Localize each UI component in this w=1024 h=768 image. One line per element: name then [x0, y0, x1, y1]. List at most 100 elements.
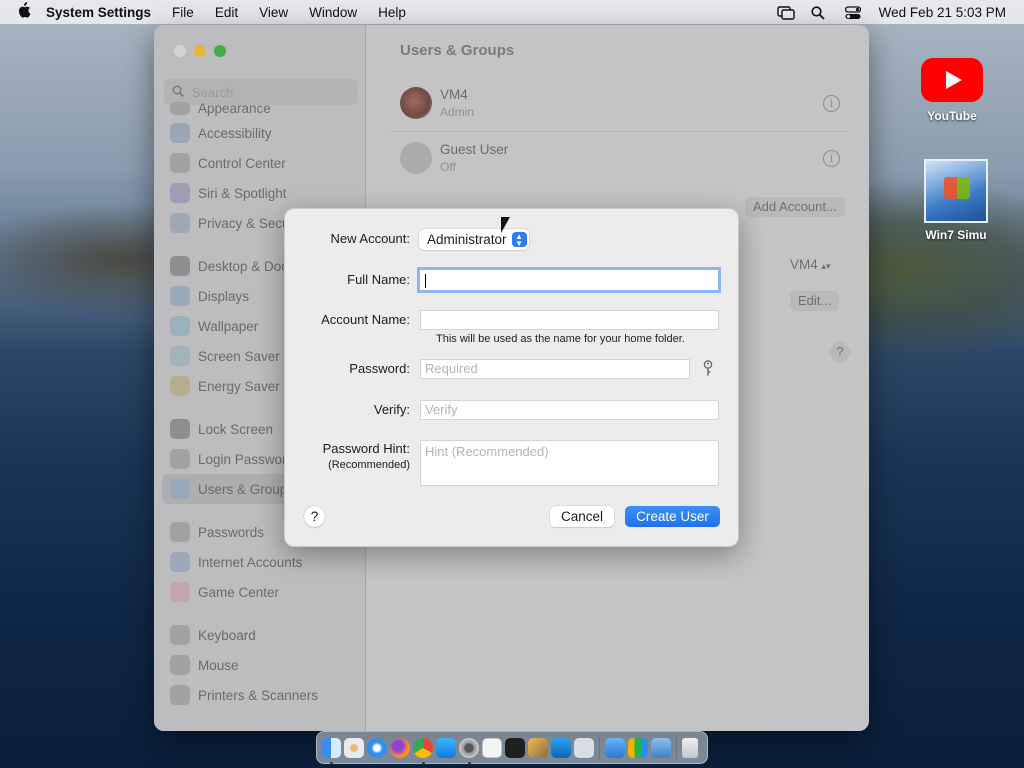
- spotlight-search-icon[interactable]: [811, 5, 827, 20]
- sidebar-item-keyboard[interactable]: Keyboard: [154, 620, 366, 650]
- control-center-icon[interactable]: [844, 5, 861, 19]
- hand-icon: [170, 213, 190, 233]
- firefox-icon[interactable]: [390, 737, 410, 758]
- sidebar-item-printers-scanners[interactable]: Printers & Scanners: [154, 680, 366, 710]
- printer-icon: [170, 685, 190, 705]
- minimize-button[interactable]: [194, 45, 206, 57]
- keyboard-icon: [170, 625, 190, 645]
- create-user-button[interactable]: Create User: [625, 506, 720, 527]
- appearance-icon: [170, 101, 190, 115]
- menu-edit[interactable]: Edit: [215, 5, 238, 20]
- cancel-button[interactable]: Cancel: [550, 506, 614, 527]
- finder-icon[interactable]: [321, 737, 341, 765]
- zoom-button[interactable]: [214, 45, 226, 57]
- chevron-up-down-icon: ▴▾: [821, 261, 831, 271]
- preview-icon[interactable]: [574, 737, 594, 758]
- login-password-icon: [170, 449, 190, 469]
- script-editor-icon[interactable]: [528, 737, 548, 758]
- mouse-icon: [170, 655, 190, 675]
- new-account-dialog: New Account: Administrator ▲ ▼ Full Name:…: [284, 208, 739, 547]
- game-center-icon: [170, 582, 190, 602]
- password-hint-field[interactable]: Hint (Recommended): [420, 440, 719, 486]
- avatar: [400, 87, 432, 119]
- safari-icon[interactable]: [367, 737, 387, 758]
- trash-icon[interactable]: [682, 737, 698, 758]
- app-name-menu[interactable]: System Settings: [46, 5, 151, 20]
- mouse-pointer-icon: [501, 217, 510, 233]
- password-assistant-key-icon[interactable]: [700, 360, 716, 378]
- menu-file[interactable]: File: [172, 5, 194, 20]
- at-sign-icon: [170, 552, 190, 572]
- chevron-up-down-icon: ▲ ▼: [511, 232, 527, 248]
- help-button[interactable]: ?: [304, 506, 325, 527]
- verify-field[interactable]: Verify: [420, 400, 719, 420]
- menu-bar: System Settings File Edit View Window He…: [0, 0, 1024, 24]
- user-row-vm4[interactable]: VM4 Admin i: [390, 77, 850, 129]
- sidebar-item-game-center[interactable]: Game Center: [154, 577, 366, 607]
- sidebar-item-appearance[interactable]: Appearance: [154, 98, 366, 118]
- youtube-logo-icon: [921, 58, 983, 102]
- apple-menu-icon[interactable]: [16, 2, 46, 22]
- preview-2-icon[interactable]: [651, 737, 671, 758]
- key-icon: [170, 522, 190, 542]
- user-role: Admin: [440, 105, 475, 119]
- user-row-guest[interactable]: Guest User Off i: [390, 132, 850, 184]
- account-name-label: Account Name:: [321, 312, 410, 327]
- password-hint-label: Password Hint:: [322, 441, 410, 456]
- sidebar-item-internet-accounts[interactable]: Internet Accounts: [154, 547, 366, 577]
- launchpad-icon[interactable]: [344, 737, 364, 758]
- user-name: VM4: [440, 87, 468, 102]
- full-name-field[interactable]: [420, 270, 718, 290]
- sidebar-item-siri-spotlight[interactable]: Siri & Spotlight: [154, 178, 366, 208]
- sidebar-item-mouse[interactable]: Mouse: [154, 650, 366, 680]
- numbers-icon[interactable]: [628, 737, 648, 758]
- siri-icon: [170, 183, 190, 203]
- password-field[interactable]: Required: [420, 359, 690, 379]
- dock-separator: [676, 736, 677, 759]
- sidebar-item-accessibility[interactable]: Accessibility: [154, 118, 366, 148]
- text-cursor: [425, 273, 426, 288]
- verify-label: Verify:: [373, 402, 410, 417]
- win7-simulator-icon: [924, 159, 988, 223]
- files-icon[interactable]: [605, 737, 625, 758]
- dock: [316, 731, 708, 765]
- textedit-icon[interactable]: [482, 737, 502, 758]
- desktop-icon-label: YouTube: [927, 109, 977, 123]
- password-label: Password:: [349, 361, 410, 376]
- terminal-icon[interactable]: [505, 737, 525, 758]
- page-title: Users & Groups: [400, 42, 515, 59]
- menu-view[interactable]: View: [259, 5, 288, 20]
- add-account-button[interactable]: Add Account...: [745, 197, 845, 217]
- guest-avatar: [400, 142, 432, 174]
- user-role: Off: [440, 160, 456, 174]
- desktop-icon-youtube[interactable]: YouTube: [907, 58, 997, 123]
- sidebar-item-control-center[interactable]: Control Center: [154, 148, 366, 178]
- desktop-dock-icon: [170, 256, 190, 276]
- dock-separator: [599, 736, 600, 759]
- edit-button[interactable]: Edit...: [790, 291, 840, 311]
- desktop-icon-label: Win7 Simu: [925, 228, 987, 242]
- vscode-icon[interactable]: [551, 737, 571, 758]
- account-name-note: This will be used as the name for your h…: [436, 333, 685, 345]
- desktop-icon-win7-simu[interactable]: Win7 Simu: [911, 159, 1001, 242]
- close-button[interactable]: [174, 45, 186, 57]
- automatic-login-select[interactable]: VM4 ▴▾: [790, 257, 831, 272]
- app-store-icon[interactable]: [436, 737, 456, 758]
- account-name-field[interactable]: [420, 310, 719, 330]
- user-name: Guest User: [440, 142, 509, 157]
- chrome-icon[interactable]: [413, 737, 433, 765]
- account-type-select[interactable]: Administrator ▲ ▼: [419, 229, 529, 250]
- system-settings-icon[interactable]: [459, 737, 479, 765]
- new-account-label: New Account:: [330, 231, 411, 246]
- displays-icon: [170, 286, 190, 306]
- menu-help[interactable]: Help: [378, 5, 406, 20]
- full-name-label: Full Name:: [347, 272, 410, 287]
- info-icon[interactable]: i: [823, 94, 840, 112]
- control-center-icon: [170, 153, 190, 173]
- help-button[interactable]: ?: [830, 342, 850, 362]
- info-icon[interactable]: i: [823, 149, 840, 167]
- screen-mirroring-icon[interactable]: [776, 5, 795, 20]
- menu-window[interactable]: Window: [309, 5, 357, 20]
- menubar-clock[interactable]: Wed Feb 21 5:03 PM: [879, 5, 1006, 20]
- accessibility-icon: [170, 123, 190, 143]
